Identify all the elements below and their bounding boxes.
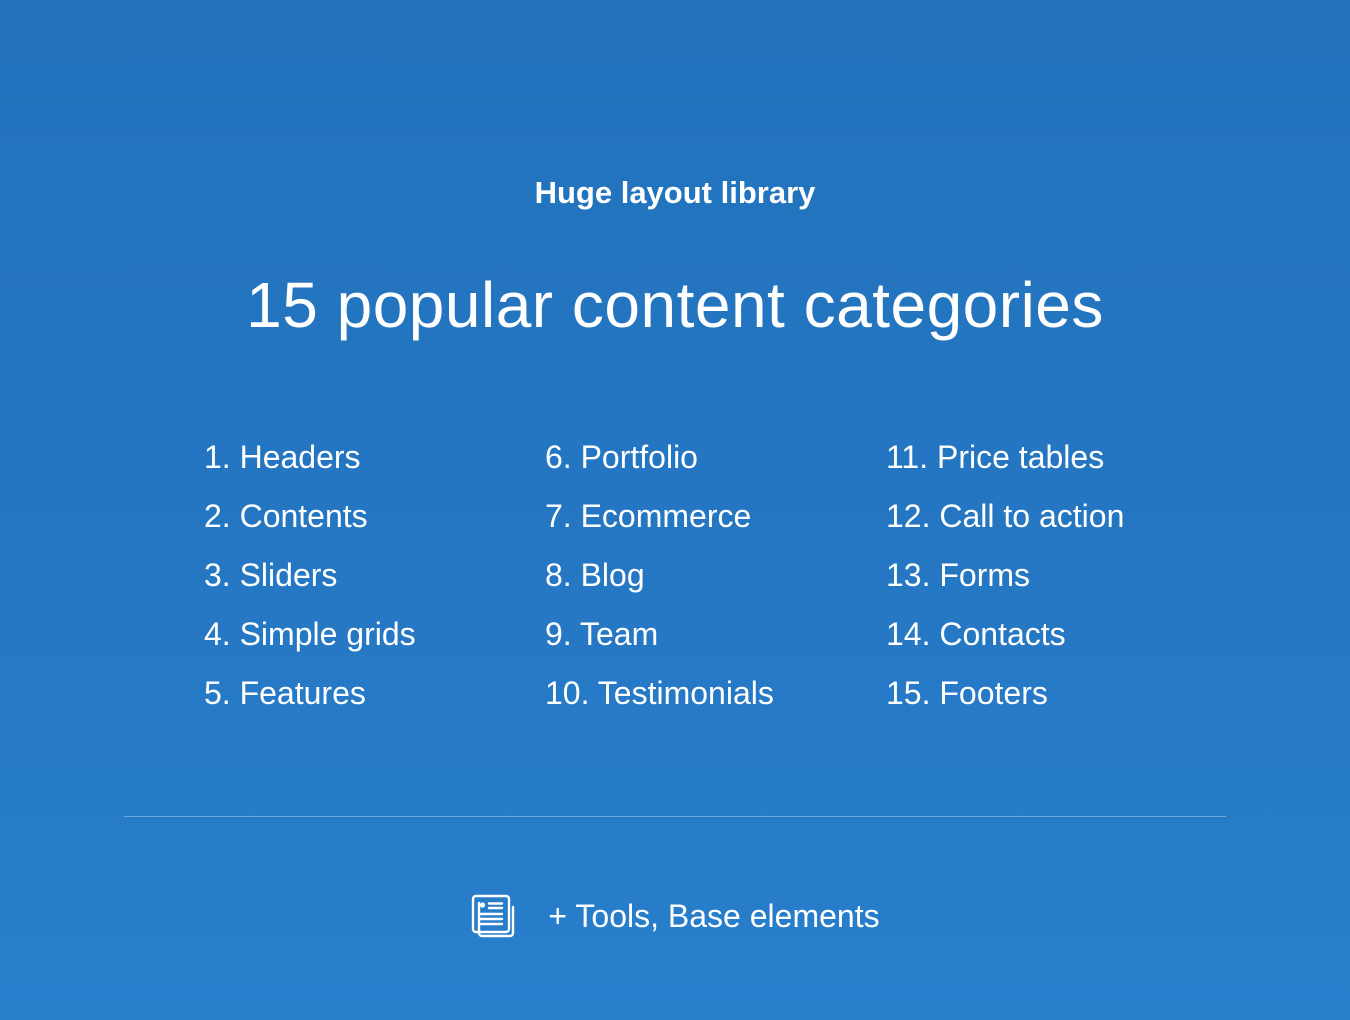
category-item: 6. Portfolio <box>545 439 698 475</box>
category-item: 10. Testimonials <box>545 675 774 711</box>
category-item: 3. Sliders <box>204 557 338 593</box>
category-item: 2. Contents <box>204 498 368 534</box>
footer-note: + Tools, Base elements <box>0 890 1350 942</box>
footer-text: + Tools, Base elements <box>548 897 880 934</box>
section-divider <box>124 816 1226 817</box>
category-item: 15. Footers <box>886 675 1048 711</box>
category-item: 9. Team <box>545 616 659 652</box>
category-column-3: 11. Price tables 12. Call to action 13. … <box>886 428 1124 723</box>
category-item: 13. Forms <box>886 557 1031 593</box>
category-item: 11. Price tables <box>886 439 1105 475</box>
category-item: 5. Features <box>204 675 366 711</box>
category-column-2: 6. Portfolio 7. Ecommerce 8. Blog 9. Tea… <box>545 428 774 723</box>
category-item: 8. Blog <box>545 557 645 593</box>
document-stack-icon <box>472 894 515 938</box>
category-item: 14. Contacts <box>886 616 1066 652</box>
headline: 15 popular content categories <box>246 269 1104 341</box>
category-item: 1. Headers <box>204 439 361 475</box>
category-item: 12. Call to action <box>886 498 1125 534</box>
eyebrow-title: Huge layout library <box>534 175 816 210</box>
category-item: 7. Ecommerce <box>545 498 752 534</box>
category-item: 4. Simple grids <box>204 616 416 652</box>
category-column-1: 1. Headers 2. Contents 3. Sliders 4. Sim… <box>204 428 416 723</box>
promo-panel: Huge layout library 15 popular content c… <box>0 0 1350 1020</box>
